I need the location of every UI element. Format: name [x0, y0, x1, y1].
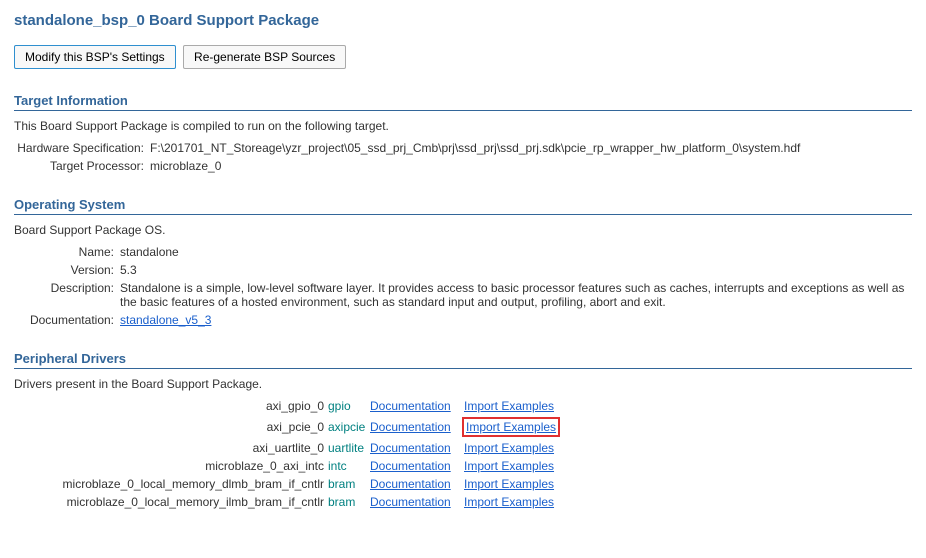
- driver-peripheral-name: axi_gpio_0: [14, 399, 328, 413]
- os-doc-label: Documentation:: [14, 313, 120, 327]
- page-title: standalone_bsp_0 Board Support Package: [0, 0, 926, 37]
- driver-row: axi_pcie_0axipcieDocumentation Import Exa…: [14, 417, 912, 437]
- driver-name-link[interactable]: bram: [328, 495, 370, 509]
- modify-settings-button[interactable]: Modify this BSP's Settings: [14, 45, 176, 69]
- os-intro: Board Support Package OS.: [14, 223, 912, 237]
- driver-import-examples-link[interactable]: Import Examples: [466, 420, 556, 434]
- driver-name-link[interactable]: uartlite: [328, 441, 370, 455]
- driver-import-examples-link[interactable]: Import Examples: [464, 495, 554, 509]
- os-name-value: standalone: [120, 245, 912, 259]
- driver-documentation-link[interactable]: Documentation: [370, 495, 451, 509]
- target-proc-label: Target Processor:: [14, 159, 150, 173]
- driver-import-examples-link[interactable]: Import Examples: [464, 459, 554, 473]
- driver-documentation-link[interactable]: Documentation: [370, 441, 451, 455]
- hw-spec-label: Hardware Specification:: [14, 141, 150, 155]
- hw-spec-value: F:\201701_NT_Storeage\yzr_project\05_ssd…: [150, 141, 912, 155]
- regenerate-sources-button[interactable]: Re-generate BSP Sources: [183, 45, 346, 69]
- driver-peripheral-name: microblaze_0_axi_intc: [14, 459, 328, 473]
- driver-import-examples-link[interactable]: Import Examples: [464, 399, 554, 413]
- os-doc-link[interactable]: standalone_v5_3: [120, 313, 211, 327]
- driver-peripheral-name: axi_uartlite_0: [14, 441, 328, 455]
- drivers-intro: Drivers present in the Board Support Pac…: [14, 377, 912, 391]
- driver-name-link[interactable]: gpio: [328, 399, 370, 413]
- driver-documentation-link[interactable]: Documentation: [370, 420, 451, 434]
- driver-documentation-link[interactable]: Documentation: [370, 399, 451, 413]
- driver-peripheral-name: microblaze_0_local_memory_dlmb_bram_if_c…: [14, 477, 328, 491]
- os-version-label: Version:: [14, 263, 120, 277]
- driver-row: microblaze_0_local_memory_dlmb_bram_if_c…: [14, 477, 912, 491]
- os-desc-value: Standalone is a simple, low-level softwa…: [120, 281, 912, 309]
- os-desc-label: Description:: [14, 281, 120, 309]
- os-header: Operating System: [14, 197, 912, 215]
- target-proc-value: microblaze_0: [150, 159, 912, 173]
- driver-peripheral-name: axi_pcie_0: [14, 420, 328, 434]
- target-info-body: This Board Support Package is compiled t…: [14, 119, 912, 173]
- driver-import-examples-highlighted: Import Examples: [462, 417, 560, 437]
- target-info-intro: This Board Support Package is compiled t…: [14, 119, 912, 133]
- toolbar: Modify this BSP's Settings Re-generate B…: [0, 37, 926, 93]
- driver-documentation-link[interactable]: Documentation: [370, 477, 451, 491]
- os-version-value: 5.3: [120, 263, 912, 277]
- driver-row: microblaze_0_local_memory_ilmb_bram_if_c…: [14, 495, 912, 509]
- os-name-label: Name:: [14, 245, 120, 259]
- driver-name-link[interactable]: intc: [328, 459, 370, 473]
- driver-name-link[interactable]: axipcie: [328, 420, 370, 434]
- target-info-header: Target Information: [14, 93, 912, 111]
- driver-row: axi_uartlite_0uartliteDocumentation Impor…: [14, 441, 912, 455]
- driver-peripheral-name: microblaze_0_local_memory_ilmb_bram_if_c…: [14, 495, 328, 509]
- driver-documentation-link[interactable]: Documentation: [370, 459, 451, 473]
- driver-name-link[interactable]: bram: [328, 477, 370, 491]
- driver-import-examples-link[interactable]: Import Examples: [464, 477, 554, 491]
- driver-import-examples-link[interactable]: Import Examples: [464, 441, 554, 455]
- drivers-header: Peripheral Drivers: [14, 351, 912, 369]
- driver-row: microblaze_0_axi_intcintcDocumentation Im…: [14, 459, 912, 473]
- drivers-body: Drivers present in the Board Support Pac…: [14, 377, 912, 509]
- driver-row: axi_gpio_0gpioDocumentation Import Exampl…: [14, 399, 912, 413]
- os-body: Board Support Package OS. Name: standalo…: [14, 223, 912, 327]
